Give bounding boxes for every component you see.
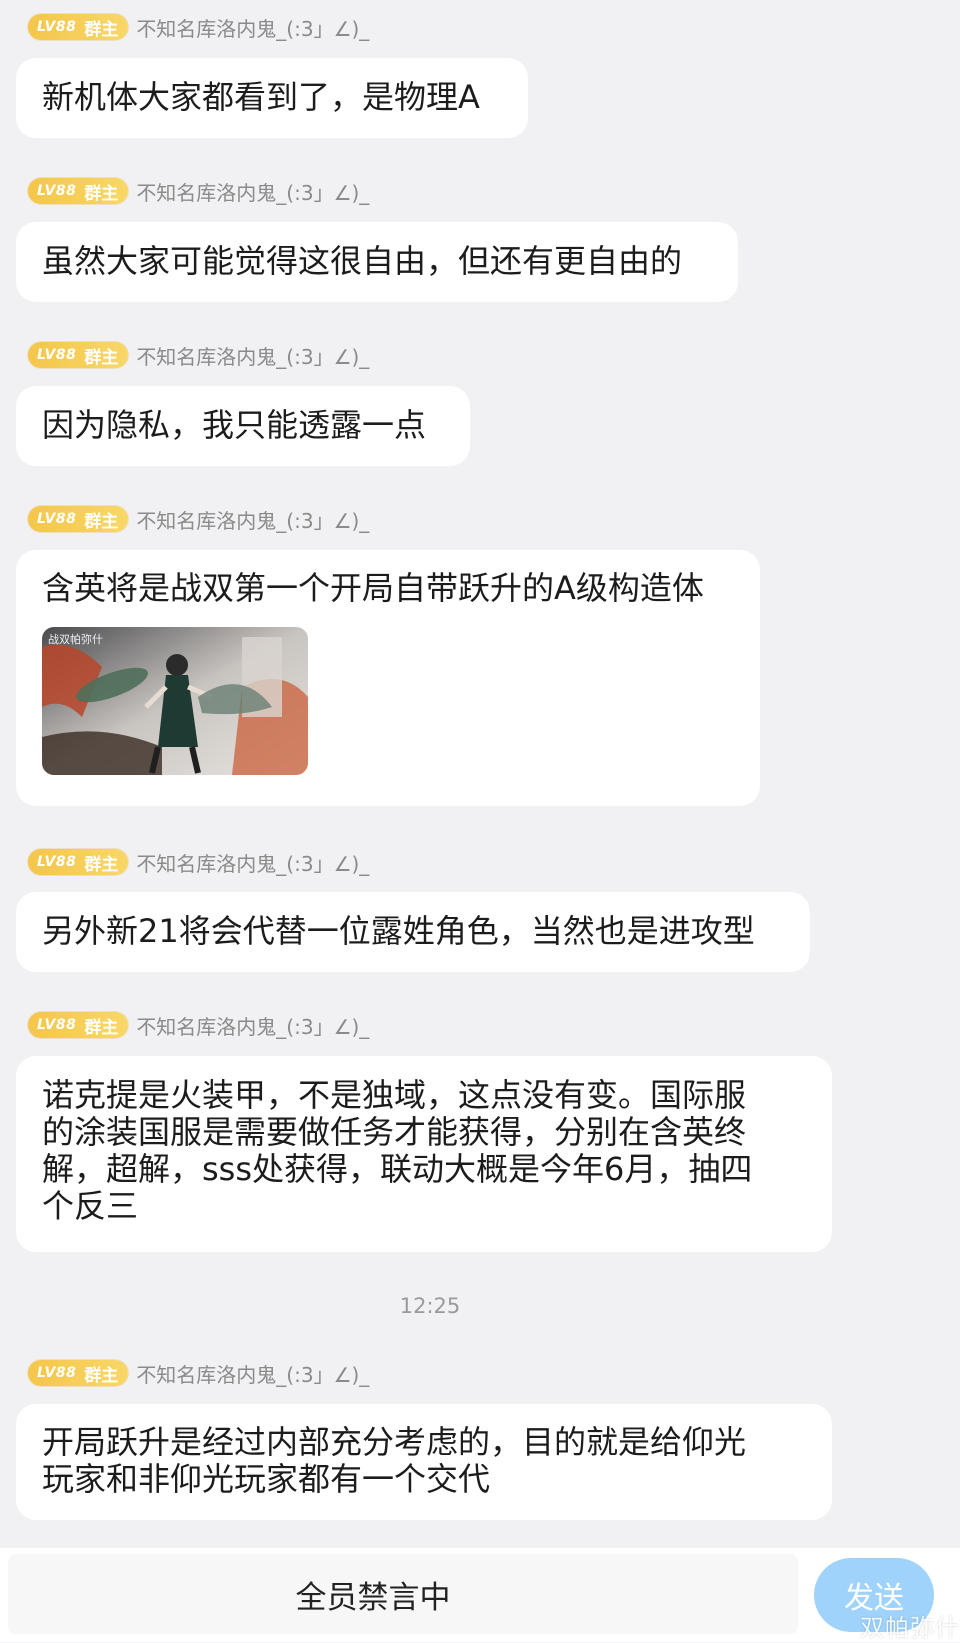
message-header: LV88 群主 不知名库洛内鬼_(:3」∠)_ (28, 848, 369, 876)
sender-nickname[interactable]: 不知名库洛内鬼_(:3」∠)_ (136, 505, 369, 534)
message-bubble[interactable]: 开局跃升是经过内部充分考虑的，目的就是给仰光 玩家和非仰光玩家都有一个交代 (16, 1404, 832, 1520)
sender-nickname[interactable]: 不知名库洛内鬼_(:3」∠)_ (136, 1359, 369, 1388)
level-label: LV88 (37, 1365, 77, 1381)
role-label: 群主 (84, 347, 119, 368)
sender-nickname[interactable]: 不知名库洛内鬼_(:3」∠)_ (136, 341, 369, 370)
role-label: 群主 (84, 511, 119, 532)
message-bubble[interactable]: 虽然大家可能觉得这很自由，但还有更自由的 (16, 222, 738, 302)
level-badge: LV88 群主 (28, 342, 129, 368)
level-badge: LV88 群主 (28, 506, 129, 532)
level-badge: LV88 群主 (28, 178, 129, 204)
message-header: LV88 群主 不知名库洛内鬼_(:3」∠)_ (28, 13, 369, 41)
message-text: 新机体大家都看到了，是物理A (42, 78, 480, 116)
message-text-line: 个反三 (42, 1187, 139, 1225)
level-badge: LV88 群主 (28, 1360, 129, 1386)
level-label: LV88 (37, 183, 77, 199)
message-bubble[interactable]: 诺克提是火装甲，不是独域，这点没有变。国际服 的涂装国服是需要做任务才能获得，分… (16, 1056, 832, 1252)
watermark: 双帕弥什 (860, 1614, 960, 1642)
message-header: LV88 群主 不知名库洛内鬼_(:3」∠)_ (28, 1359, 369, 1387)
level-badge: LV88 群主 (28, 849, 129, 875)
message-bubble[interactable]: 因为隐私，我只能透露一点 (16, 386, 470, 466)
message-text: 虽然大家可能觉得这很自由，但还有更自由的 (42, 242, 683, 280)
message-text: 另外新21将会代替一位露姓角色，当然也是进攻型 (42, 912, 755, 950)
message-text-line: 解，超解，sss处获得，联动大概是今年6月，抽四 (42, 1150, 753, 1188)
level-label: LV88 (37, 347, 77, 363)
role-label: 群主 (84, 19, 119, 40)
level-badge: LV88 群主 (28, 1012, 129, 1038)
level-label: LV88 (37, 19, 77, 35)
message-text-line: 的涂装国服是需要做任务才能获得，分别在含英终 (42, 1113, 747, 1151)
timestamp: 12:25 (399, 1294, 461, 1318)
muted-text: 全员禁言中 (295, 1579, 451, 1616)
message-image[interactable]: 战双帕弥什 (42, 627, 308, 775)
message-text: 含英将是战双第一个开局自带跃升的A级构造体 (42, 569, 704, 607)
sender-nickname[interactable]: 不知名库洛内鬼_(:3」∠)_ (136, 848, 369, 877)
muted-input: 全员禁言中 (8, 1554, 798, 1634)
message-text-line: 开局跃升是经过内部充分考虑的，目的就是给仰光 (42, 1423, 747, 1461)
role-label: 群主 (84, 854, 119, 875)
message-bubble[interactable]: 另外新21将会代替一位露姓角色，当然也是进攻型 (16, 892, 810, 972)
image-caption: 战双帕弥什 (48, 633, 103, 646)
level-label: LV88 (37, 1017, 77, 1033)
message-text: 因为隐私，我只能透露一点 (42, 406, 427, 444)
level-label: LV88 (37, 511, 77, 527)
message-text-line: 诺克提是火装甲，不是独域，这点没有变。国际服 (42, 1076, 747, 1114)
level-label: LV88 (37, 854, 77, 870)
role-label: 群主 (84, 183, 119, 204)
message-header: LV88 群主 不知名库洛内鬼_(:3」∠)_ (28, 505, 369, 533)
message-text-line: 玩家和非仰光玩家都有一个交代 (42, 1460, 491, 1498)
message-header: LV88 群主 不知名库洛内鬼_(:3」∠)_ (28, 177, 369, 205)
sender-nickname[interactable]: 不知名库洛内鬼_(:3」∠)_ (136, 1011, 369, 1040)
message-header: LV88 群主 不知名库洛内鬼_(:3」∠)_ (28, 1011, 369, 1039)
sender-nickname[interactable]: 不知名库洛内鬼_(:3」∠)_ (136, 13, 369, 42)
message-bubble[interactable]: 新机体大家都看到了，是物理A (16, 58, 528, 138)
role-label: 群主 (84, 1017, 119, 1038)
level-badge: LV88 群主 (28, 14, 129, 40)
sender-nickname[interactable]: 不知名库洛内鬼_(:3」∠)_ (136, 177, 369, 206)
character-artwork (42, 627, 308, 775)
role-label: 群主 (84, 1365, 119, 1386)
message-header: LV88 群主 不知名库洛内鬼_(:3」∠)_ (28, 341, 369, 369)
